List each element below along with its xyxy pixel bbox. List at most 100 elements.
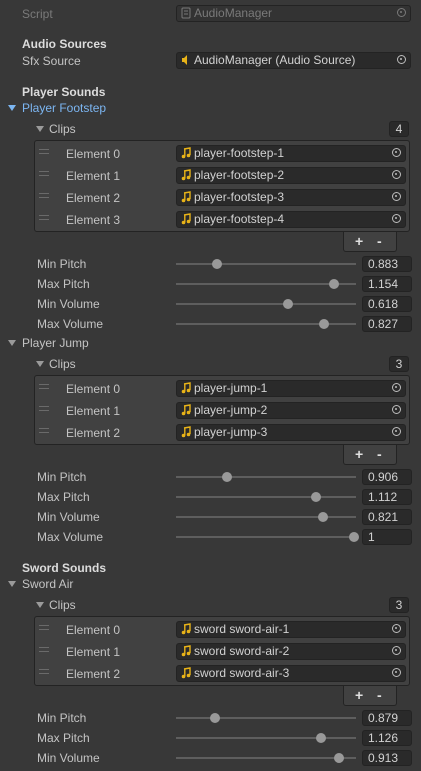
drag-handle-icon[interactable] xyxy=(39,215,49,220)
clip-value: player-footstep-3 xyxy=(194,190,285,204)
drag-handle-icon[interactable] xyxy=(39,669,49,674)
object-picker-icon[interactable] xyxy=(392,170,401,179)
slider-knob[interactable] xyxy=(318,512,328,522)
list-item[interactable]: Element 0 sword sword-air-1 xyxy=(35,619,409,641)
min-volume-field[interactable]: 0.821 xyxy=(362,509,412,525)
slider-knob[interactable] xyxy=(210,713,220,723)
max-volume-slider[interactable] xyxy=(176,532,359,542)
list-item[interactable]: Element 1 sword sword-air-2 xyxy=(35,641,409,663)
list-item[interactable]: Element 1 player-footstep-2 xyxy=(35,165,409,187)
max-pitch-field[interactable]: 1.126 xyxy=(362,730,412,746)
clips-foldout[interactable]: Clips xyxy=(49,357,76,371)
clips-count-field[interactable]: 3 xyxy=(389,356,409,372)
max-volume-slider[interactable] xyxy=(176,319,356,329)
min-volume-field[interactable]: 0.913 xyxy=(362,750,412,766)
clip-field[interactable]: player-jump-3 xyxy=(176,424,406,441)
slider-knob[interactable] xyxy=(349,532,359,542)
slider-knob[interactable] xyxy=(283,299,293,309)
max-volume-field[interactable]: 0.827 xyxy=(362,316,412,332)
clip-field[interactable]: player-footstep-1 xyxy=(176,145,406,162)
remove-element-button[interactable]: - xyxy=(377,686,382,704)
min-volume-slider[interactable] xyxy=(176,753,356,763)
min-pitch-field[interactable]: 0.883 xyxy=(362,256,412,272)
drag-handle-icon[interactable] xyxy=(39,193,49,198)
min-pitch-field[interactable]: 0.879 xyxy=(362,710,412,726)
slider-knob[interactable] xyxy=(319,319,329,329)
drag-handle-icon[interactable] xyxy=(39,384,49,389)
clip-field[interactable]: sword sword-air-3 xyxy=(176,665,406,682)
expand-arrow-icon[interactable] xyxy=(8,105,16,111)
script-label: Script xyxy=(22,7,53,21)
clip-field[interactable]: player-footstep-4 xyxy=(176,211,406,228)
list-item[interactable]: Element 0 player-jump-1 xyxy=(35,378,409,400)
max-pitch-slider[interactable] xyxy=(176,279,356,289)
expand-arrow-icon[interactable] xyxy=(36,126,44,132)
slider-knob[interactable] xyxy=(222,472,232,482)
sfx-source-field[interactable]: AudioManager (Audio Source) xyxy=(176,52,411,69)
clip-field[interactable]: player-jump-2 xyxy=(176,402,406,419)
min-volume-slider[interactable] xyxy=(176,512,356,522)
min-volume-field[interactable]: 0.618 xyxy=(362,296,412,312)
list-item[interactable]: Element 1 player-jump-2 xyxy=(35,400,409,422)
list-item[interactable]: Element 3 player-footstep-4 xyxy=(35,209,409,231)
min-pitch-slider[interactable] xyxy=(176,259,356,269)
player-jump-foldout[interactable]: Player Jump xyxy=(22,336,89,350)
object-picker-icon[interactable] xyxy=(392,646,401,655)
object-picker-icon[interactable] xyxy=(392,405,401,414)
expand-arrow-icon[interactable] xyxy=(36,602,44,608)
object-picker-icon[interactable] xyxy=(392,624,401,633)
clip-field[interactable]: sword sword-air-1 xyxy=(176,621,406,638)
speaker-icon xyxy=(182,55,187,65)
min-pitch-slider[interactable] xyxy=(176,472,356,482)
clip-field[interactable]: player-jump-1 xyxy=(176,380,406,397)
player-footstep-foldout[interactable]: Player Footstep xyxy=(22,101,106,115)
min-pitch-slider[interactable] xyxy=(176,713,356,723)
sword-air-foldout[interactable]: Sword Air xyxy=(22,577,73,591)
drag-handle-icon[interactable] xyxy=(39,647,49,652)
max-pitch-field[interactable]: 1.112 xyxy=(362,489,412,505)
slider-knob[interactable] xyxy=(311,492,321,502)
clips-count-field[interactable]: 3 xyxy=(389,597,409,613)
add-element-button[interactable]: + xyxy=(355,686,363,704)
max-pitch-slider[interactable] xyxy=(176,733,356,743)
list-item[interactable]: Element 2 player-footstep-3 xyxy=(35,187,409,209)
max-pitch-field[interactable]: 1.154 xyxy=(362,276,412,292)
drag-handle-icon[interactable] xyxy=(39,406,49,411)
drag-handle-icon[interactable] xyxy=(39,149,49,154)
slider-knob[interactable] xyxy=(316,733,326,743)
remove-element-button[interactable]: - xyxy=(377,445,382,463)
element-label: Element 2 xyxy=(66,426,121,440)
max-volume-field[interactable]: 1 xyxy=(362,529,412,545)
min-volume-slider[interactable] xyxy=(176,299,356,309)
drag-handle-icon[interactable] xyxy=(39,625,49,630)
object-picker-icon[interactable] xyxy=(392,668,401,677)
expand-arrow-icon[interactable] xyxy=(36,361,44,367)
add-element-button[interactable]: + xyxy=(355,445,363,463)
expand-arrow-icon[interactable] xyxy=(8,340,16,346)
object-picker-icon[interactable] xyxy=(397,55,406,64)
object-picker-icon[interactable] xyxy=(392,148,401,157)
object-picker-icon[interactable] xyxy=(392,214,401,223)
list-item[interactable]: Element 0 player-footstep-1 xyxy=(35,143,409,165)
drag-handle-icon[interactable] xyxy=(39,428,49,433)
slider-knob[interactable] xyxy=(329,279,339,289)
clips-foldout[interactable]: Clips xyxy=(49,598,76,612)
object-picker-icon[interactable] xyxy=(392,427,401,436)
clips-foldout[interactable]: Clips xyxy=(49,122,76,136)
object-picker-icon[interactable] xyxy=(392,192,401,201)
object-picker-icon[interactable] xyxy=(392,383,401,392)
clip-field[interactable]: player-footstep-3 xyxy=(176,189,406,206)
clip-field[interactable]: sword sword-air-2 xyxy=(176,643,406,660)
expand-arrow-icon[interactable] xyxy=(8,581,16,587)
list-item[interactable]: Element 2 sword sword-air-3 xyxy=(35,663,409,685)
slider-knob[interactable] xyxy=(334,753,344,763)
clip-field[interactable]: player-footstep-2 xyxy=(176,167,406,184)
slider-knob[interactable] xyxy=(212,259,222,269)
clips-count-field[interactable]: 4 xyxy=(389,121,409,137)
drag-handle-icon[interactable] xyxy=(39,171,49,176)
min-pitch-field[interactable]: 0.906 xyxy=(362,469,412,485)
max-pitch-slider[interactable] xyxy=(176,492,356,502)
add-element-button[interactable]: + xyxy=(355,232,363,250)
remove-element-button[interactable]: - xyxy=(377,232,382,250)
list-item[interactable]: Element 2 player-jump-3 xyxy=(35,422,409,444)
